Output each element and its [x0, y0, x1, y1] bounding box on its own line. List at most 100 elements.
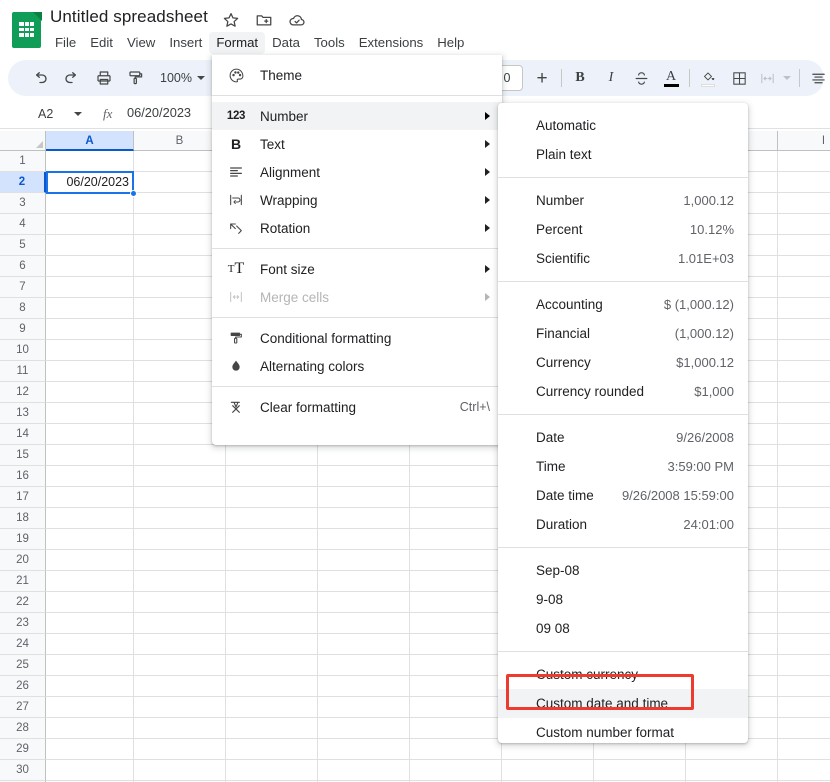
- cell-A16[interactable]: [46, 466, 134, 487]
- cell-D26[interactable]: [318, 676, 410, 697]
- number-format-9-08[interactable]: 9-08: [498, 585, 748, 614]
- row-header-29[interactable]: 29: [0, 739, 46, 760]
- increase-font-size-button[interactable]: +: [531, 66, 553, 90]
- cell-C20[interactable]: [226, 550, 318, 571]
- undo-icon[interactable]: [28, 66, 52, 90]
- redo-icon[interactable]: [60, 66, 84, 90]
- merge-cells-icon[interactable]: [756, 66, 778, 90]
- cell-B20[interactable]: [134, 550, 226, 571]
- cloud-saved-icon[interactable]: [288, 11, 306, 29]
- number-format-custom-number-format[interactable]: Custom number format: [498, 718, 748, 747]
- cell-E18[interactable]: [410, 508, 502, 529]
- cell-A12[interactable]: [46, 382, 134, 403]
- cell-C26[interactable]: [226, 676, 318, 697]
- format-menu-item-text[interactable]: B Text: [212, 130, 502, 158]
- cell-C25[interactable]: [226, 655, 318, 676]
- cell-A24[interactable]: [46, 634, 134, 655]
- cell-A7[interactable]: [46, 277, 134, 298]
- row-header-8[interactable]: 8: [0, 298, 46, 319]
- format-menu-item-theme[interactable]: Theme: [212, 61, 502, 89]
- row-header-24[interactable]: 24: [0, 634, 46, 655]
- row-header-3[interactable]: 3: [0, 193, 46, 214]
- row-header-7[interactable]: 7: [0, 277, 46, 298]
- cell-A15[interactable]: [46, 445, 134, 466]
- cell-I6[interactable]: [778, 256, 830, 277]
- row-header-20[interactable]: 20: [0, 550, 46, 571]
- cell-C19[interactable]: [226, 529, 318, 550]
- cell-B26[interactable]: [134, 676, 226, 697]
- cell-D27[interactable]: [318, 697, 410, 718]
- cell-I28[interactable]: [778, 718, 830, 739]
- print-icon[interactable]: [92, 66, 116, 90]
- format-menu-item-rotation[interactable]: Rotation: [212, 214, 502, 242]
- cell-C16[interactable]: [226, 466, 318, 487]
- row-header-21[interactable]: 21: [0, 571, 46, 592]
- cell-D29[interactable]: [318, 739, 410, 760]
- cell-E30[interactable]: [410, 760, 502, 781]
- cell-B16[interactable]: [134, 466, 226, 487]
- cell-E20[interactable]: [410, 550, 502, 571]
- cell-D28[interactable]: [318, 718, 410, 739]
- cell-I17[interactable]: [778, 487, 830, 508]
- menu-data[interactable]: Data: [265, 32, 307, 54]
- cell-A19[interactable]: [46, 529, 134, 550]
- cell-I27[interactable]: [778, 697, 830, 718]
- row-header-4[interactable]: 4: [0, 214, 46, 235]
- cell-I12[interactable]: [778, 382, 830, 403]
- number-format-custom-date-and-time[interactable]: Custom date and time: [498, 689, 748, 718]
- cell-I7[interactable]: [778, 277, 830, 298]
- cell-C22[interactable]: [226, 592, 318, 613]
- cell-B21[interactable]: [134, 571, 226, 592]
- cell-I21[interactable]: [778, 571, 830, 592]
- row-header-17[interactable]: 17: [0, 487, 46, 508]
- menu-help[interactable]: Help: [430, 32, 471, 54]
- row-header-10[interactable]: 10: [0, 340, 46, 361]
- cell-I26[interactable]: [778, 676, 830, 697]
- column-header-i[interactable]: I: [778, 131, 830, 151]
- cell-A14[interactable]: [46, 424, 134, 445]
- menu-extensions[interactable]: Extensions: [352, 32, 431, 54]
- format-menu-item-number[interactable]: 123 Number: [212, 102, 502, 130]
- cell-E21[interactable]: [410, 571, 502, 592]
- row-header-6[interactable]: 6: [0, 256, 46, 277]
- number-format-currency-rounded[interactable]: Currency rounded $1,000: [498, 377, 748, 406]
- cell-D21[interactable]: [318, 571, 410, 592]
- cell-E15[interactable]: [410, 445, 502, 466]
- row-header-11[interactable]: 11: [0, 361, 46, 382]
- cell-A26[interactable]: [46, 676, 134, 697]
- cell-D22[interactable]: [318, 592, 410, 613]
- cell-G30[interactable]: [594, 760, 686, 781]
- zoom-control[interactable]: 100%: [156, 66, 209, 90]
- row-header-27[interactable]: 27: [0, 697, 46, 718]
- cell-A4[interactable]: [46, 214, 134, 235]
- number-format-duration[interactable]: Duration 24:01:00: [498, 510, 748, 539]
- paint-format-icon[interactable]: [124, 66, 148, 90]
- cell-B18[interactable]: [134, 508, 226, 529]
- cell-B28[interactable]: [134, 718, 226, 739]
- cell-E17[interactable]: [410, 487, 502, 508]
- star-icon[interactable]: [222, 11, 240, 29]
- cell-I2[interactable]: [778, 172, 830, 193]
- cell-A22[interactable]: [46, 592, 134, 613]
- number-format-custom-currency[interactable]: Custom currency: [498, 660, 748, 689]
- cell-E23[interactable]: [410, 613, 502, 634]
- cell-A17[interactable]: [46, 487, 134, 508]
- cell-D15[interactable]: [318, 445, 410, 466]
- cell-B22[interactable]: [134, 592, 226, 613]
- borders-icon[interactable]: [728, 66, 750, 90]
- cell-A10[interactable]: [46, 340, 134, 361]
- cell-B23[interactable]: [134, 613, 226, 634]
- menu-edit[interactable]: Edit: [83, 32, 120, 54]
- cell-I16[interactable]: [778, 466, 830, 487]
- number-format-plain-text[interactable]: Plain text: [498, 140, 748, 169]
- cell-I1[interactable]: [778, 151, 830, 172]
- cell-A28[interactable]: [46, 718, 134, 739]
- cell-E26[interactable]: [410, 676, 502, 697]
- number-format-accounting[interactable]: Accounting $ (1,000.12): [498, 290, 748, 319]
- row-header-13[interactable]: 13: [0, 403, 46, 424]
- cell-D19[interactable]: [318, 529, 410, 550]
- number-format-financial[interactable]: Financial (1,000.12): [498, 319, 748, 348]
- format-menu-item-font-size[interactable]: TT Font size: [212, 255, 502, 283]
- cell-C30[interactable]: [226, 760, 318, 781]
- row-header-12[interactable]: 12: [0, 382, 46, 403]
